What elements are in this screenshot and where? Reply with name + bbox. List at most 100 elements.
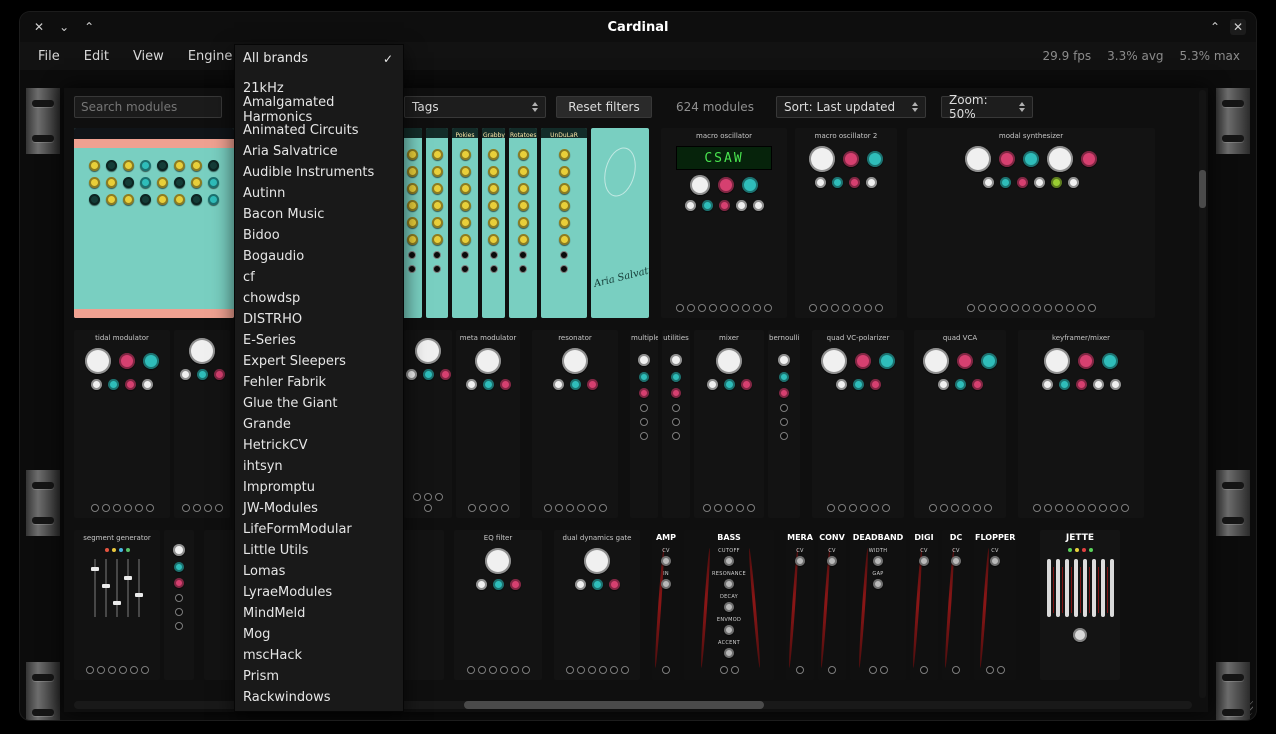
- module-card[interactable]: [74, 128, 234, 318]
- module-card[interactable]: Rotatoes: [509, 128, 537, 318]
- module-title: utilities: [662, 330, 690, 343]
- port-jack: [610, 666, 618, 674]
- module-title: tidal modulator: [74, 330, 170, 343]
- brand-option[interactable]: Lomas: [235, 561, 403, 582]
- cpu-avg-stat: 3.3% avg: [1107, 49, 1163, 63]
- brand-option[interactable]: LyraeModules: [235, 582, 403, 603]
- module-card[interactable]: Aria SalvatriceAria Salvatrice: [591, 128, 649, 318]
- tags-dropdown[interactable]: Tags: [404, 96, 546, 118]
- brand-option[interactable]: Grande: [235, 414, 403, 435]
- menu-file[interactable]: File: [38, 49, 60, 64]
- brand-option[interactable]: LifeFormModular: [235, 519, 403, 540]
- module-card[interactable]: modal synthesizer: [907, 128, 1155, 318]
- module-card[interactable]: [164, 530, 194, 680]
- module-card[interactable]: EQ filter: [454, 530, 542, 680]
- brand-option[interactable]: mscHack: [235, 645, 403, 666]
- module-card[interactable]: multiples: [630, 330, 658, 518]
- knob: [488, 149, 499, 160]
- module-card[interactable]: mixer: [694, 330, 764, 518]
- brand-option[interactable]: Bogaudio: [235, 246, 403, 267]
- brand-option[interactable]: JW-Modules: [235, 498, 403, 519]
- module-card[interactable]: resonator: [532, 330, 618, 518]
- module-card[interactable]: [174, 330, 230, 518]
- port-jack: [849, 504, 857, 512]
- module-card[interactable]: DCCV: [942, 530, 970, 680]
- module-card[interactable]: UnDuLaR: [541, 128, 587, 318]
- module-card[interactable]: macro oscillator 2: [795, 128, 897, 318]
- module-title: FLOPPER: [974, 530, 1016, 543]
- module-card[interactable]: segment generator: [74, 530, 160, 680]
- menu-engine[interactable]: Engine: [188, 49, 233, 64]
- updown-arrows-icon: [1019, 102, 1025, 112]
- brand-option[interactable]: Prism: [235, 666, 403, 687]
- brand-option[interactable]: Expert Sleepers: [235, 351, 403, 372]
- module-card[interactable]: meta modulator: [456, 330, 520, 518]
- brand-option[interactable]: ihtsyn: [235, 456, 403, 477]
- brand-option[interactable]: Bidoo: [235, 225, 403, 246]
- module-card[interactable]: quad VCA: [914, 330, 1006, 518]
- brand-option[interactable]: Bacon Music: [235, 204, 403, 225]
- brand-option[interactable]: DISTRHO: [235, 309, 403, 330]
- reset-filters-button[interactable]: Reset filters: [556, 96, 652, 118]
- zoom-dropdown[interactable]: Zoom: 50%: [941, 96, 1033, 118]
- brand-option[interactable]: Rackwindows: [235, 687, 403, 708]
- brand-option[interactable]: MindMeld: [235, 603, 403, 624]
- knob-row: [85, 348, 159, 374]
- vertical-scrollbar-thumb[interactable]: [1199, 170, 1206, 208]
- module-card[interactable]: tidal modulator: [74, 330, 170, 518]
- search-input[interactable]: [75, 100, 221, 114]
- brand-option[interactable]: Aria Salvatrice: [235, 141, 403, 162]
- module-card[interactable]: AMPCVIN: [652, 530, 680, 680]
- module-card[interactable]: FLOPPERCV: [974, 530, 1016, 680]
- module-art: [426, 138, 448, 318]
- knob: [559, 217, 570, 228]
- brand-option[interactable]: Amalgamated Harmonics: [235, 99, 403, 120]
- brand-option[interactable]: Little Utils: [235, 540, 403, 561]
- brand-option[interactable]: Impromptu: [235, 477, 403, 498]
- brand-option[interactable]: Glue the Giant: [235, 393, 403, 414]
- brand-option[interactable]: All brands✓: [235, 48, 403, 69]
- brand-option[interactable]: chowdsp: [235, 288, 403, 309]
- horizontal-scrollbar-thumb[interactable]: [464, 701, 764, 709]
- menu-edit[interactable]: Edit: [84, 49, 109, 64]
- brand-option[interactable]: Fehler Fabrik: [235, 372, 403, 393]
- rack-rail: [26, 88, 60, 154]
- module-card[interactable]: bernoulli gate: [768, 330, 800, 518]
- module-card[interactable]: MERACV: [786, 530, 814, 680]
- brand-option[interactable]: Audible Instruments: [235, 162, 403, 183]
- module-card[interactable]: DEADBANDWIDTHGAP: [850, 530, 906, 680]
- brand-dropdown-menu: All brands✓21kHzAmalgamated HarmonicsAni…: [234, 44, 404, 712]
- brand-option[interactable]: E-Series: [235, 330, 403, 351]
- module-card[interactable]: Pokies: [452, 128, 478, 318]
- module-card[interactable]: keyframer/mixer: [1018, 330, 1144, 518]
- module-card[interactable]: JETTE: [1040, 530, 1120, 680]
- module-card[interactable]: dual dynamics gate: [554, 530, 640, 680]
- port-jack: [780, 404, 788, 412]
- module-card[interactable]: [404, 330, 452, 518]
- sort-dropdown[interactable]: Sort: Last updated: [776, 96, 926, 118]
- brand-option[interactable]: Autinn: [235, 183, 403, 204]
- brand-option[interactable]: cf: [235, 267, 403, 288]
- menu-view[interactable]: View: [133, 49, 164, 64]
- knob-row: [562, 348, 588, 374]
- module-card[interactable]: [402, 128, 422, 318]
- brand-option[interactable]: HetrickCV: [235, 435, 403, 456]
- module-card[interactable]: Grabby: [482, 128, 505, 318]
- brand-option-label: Bogaudio: [243, 249, 304, 264]
- brand-option[interactable]: Mog: [235, 624, 403, 645]
- module-card[interactable]: DIGICV: [910, 530, 938, 680]
- module-card[interactable]: CONVCV: [818, 530, 846, 680]
- module-card[interactable]: BASSCUTOFFRESONANCEDECAYENVMODACCENT: [684, 530, 774, 680]
- port-jack: [490, 251, 498, 259]
- knob-row: [475, 348, 501, 374]
- module-card[interactable]: utilities: [662, 330, 690, 518]
- knob: [140, 160, 151, 171]
- module-card[interactable]: quad VC-polarizer: [812, 330, 904, 518]
- knob-row: [1068, 548, 1093, 552]
- knob: [559, 149, 570, 160]
- tube-array: [1047, 559, 1114, 623]
- vertical-scrollbar[interactable]: [1199, 90, 1206, 698]
- module-card[interactable]: macro oscillatorCSAW: [661, 128, 787, 318]
- module-card[interactable]: [426, 128, 448, 318]
- knob-column: [518, 143, 529, 273]
